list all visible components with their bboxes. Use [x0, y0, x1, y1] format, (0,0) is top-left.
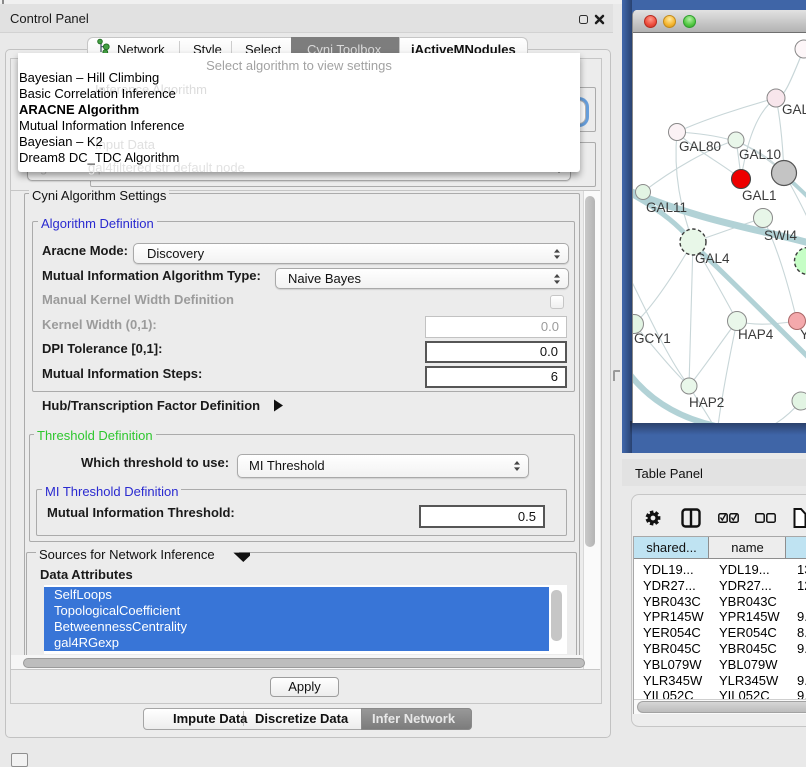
svg-text:SWI4: SWI4	[764, 228, 797, 243]
svg-text:GAL: GAL	[782, 102, 806, 117]
svg-text:HAP4: HAP4	[738, 327, 774, 342]
svg-text:GAL1: GAL1	[742, 188, 777, 203]
svg-text:GAL4: GAL4	[695, 251, 730, 266]
svg-text:Y: Y	[800, 327, 806, 342]
svg-text:GAL80: GAL80	[679, 139, 721, 154]
svg-text:GAL10: GAL10	[739, 147, 781, 162]
svg-text:HAP2: HAP2	[689, 395, 724, 410]
svg-text:GAL11: GAL11	[646, 200, 687, 215]
svg-text:GCY1: GCY1	[634, 331, 671, 346]
